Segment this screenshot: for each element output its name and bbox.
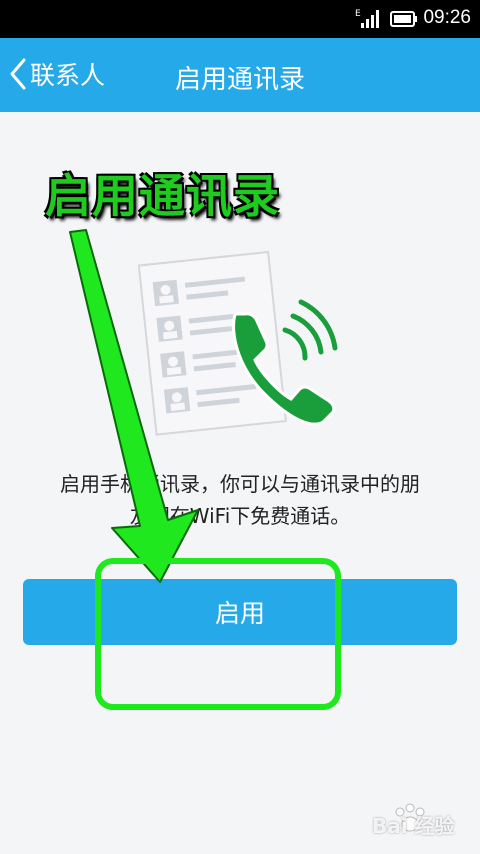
signal-icon: E: [355, 9, 379, 28]
page-title: 启用通讯录: [174, 65, 305, 95]
watermark-text: Bai 经验: [372, 814, 455, 838]
contacts-phone-illustration: [137, 250, 338, 436]
enable-button[interactable]: 启用: [23, 579, 457, 645]
title-bar: 联系人 启用通讯录: [0, 38, 480, 112]
battery-icon: [390, 11, 417, 27]
status-time: 09:26: [423, 7, 471, 28]
description-text: 启用手机通讯录，你可以与通讯录中的朋 友们在WiFi下免费通话。: [24, 468, 456, 532]
description-line-2: 友们在WiFi下免费通话。: [129, 504, 351, 528]
description-line-1: 启用手机通讯录，你可以与通讯录中的朋: [60, 472, 420, 496]
network-type-label: E: [355, 9, 361, 19]
annotation-title: 启用通讯录: [45, 169, 280, 223]
status-bar: E 09:26: [0, 0, 480, 38]
